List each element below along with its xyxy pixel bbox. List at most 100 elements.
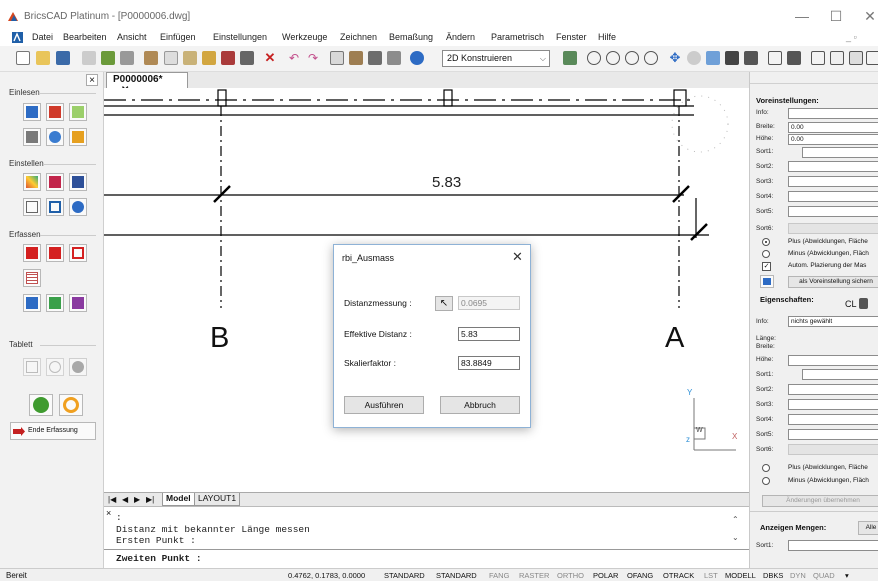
capture-green-icon[interactable] <box>46 294 64 312</box>
auto-placement-checkbox[interactable]: ✓ <box>762 262 771 271</box>
design-center-icon[interactable] <box>349 51 363 65</box>
dialog-close-button[interactable]: ✕ <box>512 249 523 265</box>
save-icon[interactable] <box>56 51 70 65</box>
props-minus-radio[interactable] <box>762 477 770 485</box>
status-quad[interactable]: QUAD <box>813 571 835 580</box>
tablet-stop-icon[interactable] <box>69 358 87 376</box>
status-standard-2[interactable]: STANDARD <box>436 571 477 580</box>
capture-blue-icon[interactable] <box>23 294 41 312</box>
properties-icon[interactable] <box>330 51 344 65</box>
status-modell[interactable]: MODELL <box>725 571 756 580</box>
check-icon[interactable] <box>29 394 53 416</box>
scroll-down-icon[interactable]: ⌄ <box>732 533 739 542</box>
capture-area-icon[interactable] <box>46 244 64 262</box>
layer-manager-icon[interactable] <box>368 51 382 65</box>
tab-model[interactable]: Model <box>162 493 195 506</box>
next-tab-icon[interactable]: ▶ <box>134 495 140 504</box>
color-palette-icon[interactable] <box>23 173 41 191</box>
menu-zeichnen[interactable]: Zeichnen <box>340 32 377 42</box>
props-sort1-input[interactable] <box>802 369 878 380</box>
last-tab-icon[interactable]: ▶| <box>146 495 154 504</box>
cut-icon[interactable] <box>144 51 158 65</box>
command-prompt-input[interactable]: Zweiten Punkt : <box>116 553 202 564</box>
gear-icon[interactable] <box>787 51 801 65</box>
status-dbks[interactable]: DBKS <box>763 571 783 580</box>
match-properties-icon[interactable] <box>202 51 216 65</box>
menu-einfuegen[interactable]: Einfügen <box>160 32 196 42</box>
command-close-icon[interactable]: × <box>106 508 111 518</box>
save-preset-button[interactable]: als Voreinstellung sichern <box>788 276 878 288</box>
effective-distance-input[interactable]: 5.83 <box>458 327 520 341</box>
document-icon[interactable] <box>12 32 23 43</box>
import-image-icon[interactable] <box>69 103 87 121</box>
zoom-extents-icon[interactable] <box>625 51 639 65</box>
import-dwg-icon[interactable] <box>23 103 41 121</box>
width-input[interactable]: 0.00 <box>788 122 878 133</box>
menu-einstellungen[interactable]: Einstellungen <box>213 32 267 42</box>
props-plus-radio[interactable] <box>762 464 770 472</box>
qty-sort1-input[interactable] <box>788 540 878 551</box>
menu-bearbeiten[interactable]: Bearbeiten <box>63 32 107 42</box>
undo-icon[interactable]: ↶ <box>287 51 301 65</box>
minus-radio[interactable] <box>762 250 770 258</box>
print-icon[interactable] <box>101 51 115 65</box>
status-otrack[interactable]: OTRACK <box>663 571 694 580</box>
status-raster[interactable]: RASTER <box>519 571 549 580</box>
info-input[interactable] <box>788 108 878 119</box>
panel-close-button[interactable]: × <box>86 74 98 86</box>
run-button[interactable]: Ausführen <box>344 396 424 414</box>
props-sort6-input[interactable] <box>788 444 878 455</box>
status-fang[interactable]: FANG <box>489 571 509 580</box>
status-ortho[interactable]: ORTHO <box>557 571 584 580</box>
shield-icon[interactable] <box>768 51 782 65</box>
capture-purple-icon[interactable] <box>69 294 87 312</box>
props-info-input[interactable]: nichts gewählt <box>788 316 878 327</box>
zoom-window-icon[interactable] <box>563 51 577 65</box>
sort3-input[interactable] <box>788 176 878 187</box>
sort6-input[interactable] <box>788 223 878 234</box>
menu-fenster[interactable]: Fenster <box>556 32 587 42</box>
grid-table-icon[interactable] <box>23 269 41 287</box>
mdi-minimize-icon[interactable]: _ ▫ <box>846 32 857 42</box>
copy-icon[interactable] <box>164 51 178 65</box>
toolbar-overflow-icon[interactable] <box>866 51 878 65</box>
pen-icon[interactable] <box>69 128 87 146</box>
tablet-target-icon[interactable] <box>46 358 64 376</box>
filter-icon[interactable] <box>859 298 868 309</box>
sort5-input[interactable] <box>788 206 878 217</box>
redo-icon[interactable]: ↷ <box>306 51 320 65</box>
resize-icon[interactable] <box>23 198 41 216</box>
delete-icon[interactable]: ✕ <box>263 51 277 65</box>
tablet-grid-icon[interactable] <box>23 358 41 376</box>
open-file-icon[interactable] <box>36 51 50 65</box>
chart-icon[interactable] <box>706 51 720 65</box>
props-sort5-input[interactable] <box>788 429 878 440</box>
status-lst[interactable]: LST <box>704 571 718 580</box>
pan-icon[interactable]: ✥ <box>668 51 682 65</box>
props-sort4-input[interactable] <box>788 414 878 425</box>
camera-icon[interactable] <box>725 51 739 65</box>
status-dyn[interactable]: DYN <box>790 571 806 580</box>
tab-layout1[interactable]: LAYOUT1 <box>194 493 241 506</box>
menu-bemassung[interactable]: Bemaßung <box>389 32 433 42</box>
status-menu-icon[interactable]: ▾ <box>845 571 849 580</box>
menu-hilfe[interactable]: Hilfe <box>598 32 616 42</box>
document-tab[interactable]: P0000006* ✕ <box>106 72 188 96</box>
zoom-out-icon[interactable] <box>606 51 620 65</box>
menu-parametrisch[interactable]: Parametrisch <box>491 32 544 42</box>
paste-icon[interactable] <box>183 51 197 65</box>
props-height-input[interactable] <box>788 355 878 366</box>
zoom-previous-icon[interactable] <box>644 51 658 65</box>
height-input[interactable]: 0.00 <box>788 134 878 145</box>
menu-aendern[interactable]: Ändern <box>446 32 475 42</box>
props-sort3-input[interactable] <box>788 399 878 410</box>
import-pdf-icon[interactable] <box>46 103 64 121</box>
orbit-icon[interactable] <box>687 51 701 65</box>
pick-point-button[interactable]: ↖ <box>435 296 453 311</box>
status-standard-1[interactable]: STANDARD <box>384 571 425 580</box>
scroll-up-icon[interactable]: ⌃ <box>732 515 739 524</box>
publish-icon[interactable] <box>120 51 134 65</box>
new-file-icon[interactable] <box>16 51 30 65</box>
scale-icon[interactable] <box>23 128 41 146</box>
rectangle-icon[interactable] <box>46 198 64 216</box>
